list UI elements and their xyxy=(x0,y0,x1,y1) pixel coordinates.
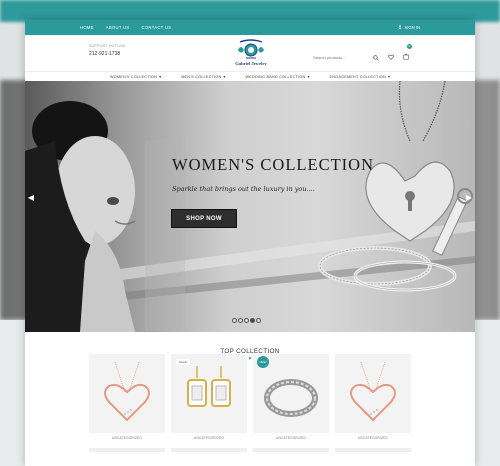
support-label: SUPPORT HOTLINE xyxy=(89,44,126,48)
slider-prev-arrow-icon[interactable]: ◀ xyxy=(26,191,36,203)
top-nav: HOME ABOUT US CONTACT US xyxy=(80,25,171,30)
header: SUPPORT HOTLINE 212-921-1738 Gabriel Jew… xyxy=(25,35,475,71)
gold-earrings-image xyxy=(187,366,231,407)
heart-pendant-image xyxy=(350,362,396,422)
product-grid: SALE NEW xyxy=(89,354,411,433)
backdrop-top xyxy=(0,0,500,22)
search-input[interactable] xyxy=(313,54,373,60)
shopping-bag-icon xyxy=(403,53,409,60)
product-category[interactable]: UNCATEGORIZED xyxy=(89,436,165,440)
chevron-down-icon: ▾ xyxy=(159,75,162,79)
title-placeholder xyxy=(335,448,411,452)
title-placeholder xyxy=(171,448,247,452)
product-card[interactable]: SALE xyxy=(171,354,247,433)
heart-pendant-image xyxy=(104,362,150,422)
header-icons: 0 xyxy=(388,44,412,65)
slider-dot[interactable] xyxy=(238,318,243,323)
top-bar: HOME ABOUT US CONTACT US SIGN IN xyxy=(25,20,475,35)
hero-slider: WOMEN'S COLLECTION Sparkle that brings o… xyxy=(25,81,475,332)
shop-now-button[interactable]: SHOP NOW xyxy=(171,209,237,228)
logo-text: Gabriel Jewelry xyxy=(235,61,267,66)
chevron-down-icon: ▾ xyxy=(223,75,226,79)
nav-contact-link[interactable]: CONTACT US xyxy=(142,25,172,30)
top-collection-section: TOP COLLECTION ♥ SALE NEW UNCATEGORIZED … xyxy=(25,332,475,466)
logo-emblem-icon xyxy=(238,39,264,59)
slider-dot-active[interactable] xyxy=(250,318,255,323)
title-placeholder xyxy=(253,448,329,452)
slider-dot[interactable] xyxy=(232,318,237,323)
product-title-placeholders xyxy=(89,448,411,452)
product-category[interactable]: UNCATEGORIZED xyxy=(335,436,411,440)
silver-ring-image xyxy=(264,379,318,417)
category-engagement[interactable]: ENGAGEMENT COLLECTION ▾ xyxy=(329,74,391,80)
category-men[interactable]: MEN'S COLLECTION ▾ xyxy=(181,74,226,80)
category-label: ENGAGEMENT COLLECTION xyxy=(329,74,386,79)
page-frame: HOME ABOUT US CONTACT US SIGN IN SUPPORT… xyxy=(25,20,475,466)
chevron-down-icon: ▾ xyxy=(387,75,391,79)
category-label: WOMEN'S COLLECTION xyxy=(109,74,158,79)
slider-dots xyxy=(232,318,261,323)
cart-button[interactable]: 0 xyxy=(403,44,412,65)
slider-next-arrow-icon[interactable]: ▶ xyxy=(464,191,474,203)
product-card[interactable]: NEW xyxy=(253,354,329,433)
wishlist-heart-icon[interactable] xyxy=(388,47,394,65)
search-bar xyxy=(313,48,383,66)
hero-title: WOMEN'S COLLECTION xyxy=(172,155,374,174)
product-card[interactable] xyxy=(335,354,411,433)
search-icon[interactable] xyxy=(373,48,379,66)
nav-about-link[interactable]: ABOUT US xyxy=(106,25,130,30)
hero-tagline: Sparkle that brings out the luxury in yo… xyxy=(172,185,315,193)
product-card[interactable] xyxy=(89,354,165,433)
category-nav: WOMEN'S COLLECTION ▾ MEN'S COLLECTION ▾ WE… xyxy=(25,71,475,81)
category-label: MEN'S COLLECTION xyxy=(181,74,222,79)
cart-count-badge: 0 xyxy=(407,44,412,49)
support-hotline: SUPPORT HOTLINE 212-921-1738 xyxy=(89,44,126,57)
hero-artwork xyxy=(25,81,475,332)
sign-in-label: SIGN IN xyxy=(404,25,420,30)
nav-home-link[interactable]: HOME xyxy=(80,25,94,30)
user-icon xyxy=(398,25,403,30)
slider-dot[interactable] xyxy=(256,318,261,323)
chevron-down-icon: ▾ xyxy=(307,75,310,79)
site-logo[interactable]: Gabriel Jewelry xyxy=(231,38,271,66)
slider-dot[interactable] xyxy=(244,318,249,323)
product-category[interactable]: UNCATEGORIZED xyxy=(253,436,329,440)
category-wedding-band[interactable]: WEDDING BAND COLLECTION ▾ xyxy=(245,74,310,80)
product-category[interactable]: UNCATEGORIZED xyxy=(171,436,247,440)
category-label: WEDDING BAND COLLECTION xyxy=(245,74,306,79)
support-phone[interactable]: 212-921-1738 xyxy=(89,51,126,57)
title-placeholder xyxy=(89,448,165,452)
category-women[interactable]: WOMEN'S COLLECTION ▾ xyxy=(109,74,162,80)
sign-in-link[interactable]: SIGN IN xyxy=(398,25,420,30)
